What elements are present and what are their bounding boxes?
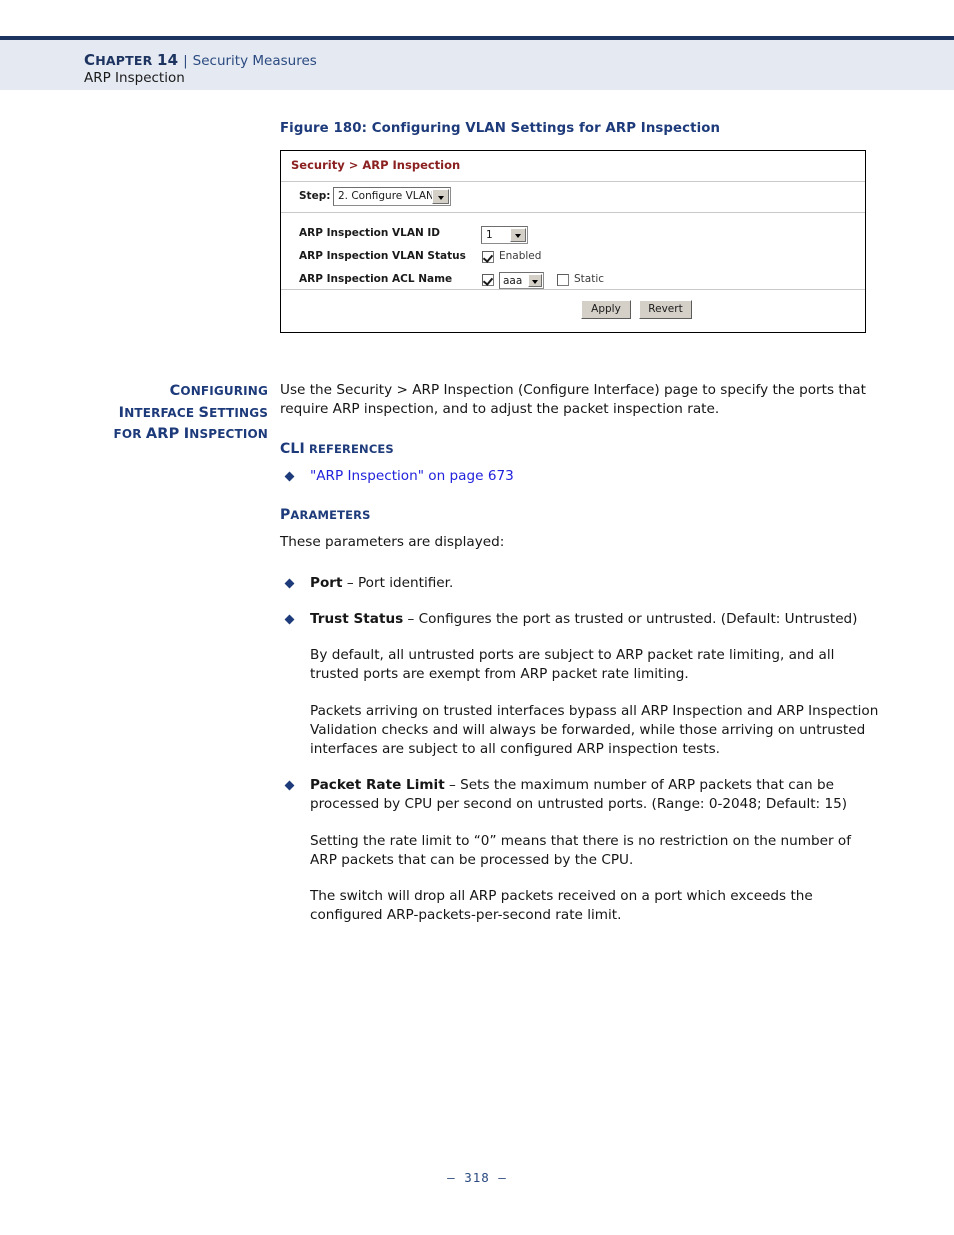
parameters-intro: These parameters are displayed: <box>280 533 505 550</box>
packet-rate-limit-note-2: The switch will drop all ARP packets rec… <box>310 888 813 924</box>
chapter-label: CHAPTER 14 <box>84 51 179 69</box>
acl-name-label: ARP Inspection ACL Name <box>299 273 453 285</box>
margin-heading-rest: NSPECTION <box>189 427 268 441</box>
chapter-word-rest: HAPTER <box>95 53 153 68</box>
header-separator: | <box>183 54 188 69</box>
acl-name-select[interactable]: aaa <box>499 272 544 289</box>
chevron-down-icon[interactable] <box>510 228 526 242</box>
margin-section-heading: CONFIGURING INTERFACE SETTINGS FOR ARP I… <box>60 381 268 446</box>
parameters-heading-rest: ARAMETERS <box>290 507 371 522</box>
parameter-bullet-trust-status: Trust Status – Configures the port as tr… <box>280 610 880 629</box>
parameter-dash: – <box>444 777 461 794</box>
cli-heading-rest: REFERENCES <box>309 442 394 457</box>
diamond-bullet-icon <box>284 614 295 625</box>
acl-name-select-value: aaa <box>503 275 523 287</box>
page-header-band: CHAPTER 14 | Security Measures ARP Inspect… <box>0 36 954 90</box>
diamond-bullet-icon <box>284 578 295 589</box>
step-select-value: 2. Configure VLAN <box>338 190 434 202</box>
parameter-description: Configures the port as trusted or untrus… <box>418 611 858 628</box>
chapter-word-cap: C <box>84 51 96 69</box>
acl-name-enable-checkbox[interactable] <box>482 274 494 286</box>
header-chapter-line: CHAPTER 14 | Security Measures <box>84 50 317 69</box>
packet-rate-limit-note-1: Setting the rate limit to “0” means that… <box>310 832 852 868</box>
chevron-down-icon[interactable] <box>432 189 449 204</box>
parameter-dash: – <box>342 574 358 591</box>
diamond-bullet-icon <box>284 780 295 791</box>
panel-titlebar: Security > ARP Inspection <box>281 151 865 182</box>
cli-reference-item: "ARP Inspection" on page 673 <box>280 467 880 486</box>
parameters-heading-cap: P <box>280 506 291 523</box>
margin-heading-rest: NTERFACE <box>124 405 195 420</box>
parameter-bullet-packet-rate-limit: Packet Rate Limit – Sets the maximum num… <box>280 776 880 814</box>
revert-button[interactable]: Revert <box>639 300 692 319</box>
screenshot-panel: Security > ARP Inspection Step: 2. Confi… <box>280 150 866 333</box>
margin-heading-line-2: INTERFACE SETTINGS <box>60 403 268 425</box>
vlan-id-select[interactable]: 1 <box>481 226 528 244</box>
trust-status-note-1: By default, all untrusted ports are subj… <box>310 647 835 683</box>
panel-breadcrumb-title: Security > ARP Inspection <box>291 158 461 172</box>
margin-heading-line-1: CONFIGURING <box>60 381 268 403</box>
panel-step-row: Step: 2. Configure VLAN <box>281 181 865 213</box>
main-content-column: Use the Security > ARP Inspection (Confi… <box>280 381 880 925</box>
parameter-bullet-port: Port – Port identifier. <box>280 574 880 593</box>
cli-references-heading: CLI REFERENCES <box>280 441 880 457</box>
figure-caption: Figure 180: Configuring VLAN Settings fo… <box>280 121 721 136</box>
cli-heading-cap: CLI <box>280 441 305 458</box>
margin-heading-cap: S <box>198 404 210 421</box>
margin-heading-for: FOR <box>113 427 142 441</box>
header-subsection-title: ARP Inspection <box>84 70 185 86</box>
diamond-bullet-icon <box>284 471 295 482</box>
static-checkbox[interactable] <box>557 274 569 286</box>
margin-heading-rest: ONFIGURING <box>180 384 268 398</box>
vlan-id-label: ARP Inspection VLAN ID <box>299 227 441 239</box>
parameter-term: Trust Status <box>310 611 404 628</box>
step-select[interactable]: 2. Configure VLAN <box>333 187 451 206</box>
static-checkbox-label: Static <box>574 273 605 285</box>
parameters-heading: PARAMETERS <box>280 507 880 523</box>
panel-footer: Apply Revert <box>281 289 865 332</box>
margin-heading-arp: ARP <box>145 426 180 442</box>
chapter-number: 14 <box>156 51 179 69</box>
parameter-dash: – <box>403 611 419 628</box>
header-section-title: Security Measures <box>192 53 317 69</box>
margin-heading-cap: C <box>169 383 181 399</box>
parameter-description: Port identifier. <box>357 574 454 591</box>
parameter-term: Port <box>310 574 343 591</box>
vlan-status-checkbox[interactable] <box>482 251 494 263</box>
cli-reference-link[interactable]: "ARP Inspection" on page 673 <box>310 468 514 484</box>
vlan-status-label: ARP Inspection VLAN Status <box>299 250 466 262</box>
margin-heading-line-3: FOR ARP INSPECTION <box>60 424 268 446</box>
page-number-footer: – 318 – <box>447 1170 507 1185</box>
vlan-id-select-value: 1 <box>486 229 493 241</box>
intro-paragraph: Use the Security > ARP Inspection (Confi… <box>280 382 866 418</box>
trust-status-note-2: Packets arriving on trusted interfaces b… <box>310 702 879 758</box>
chevron-down-icon[interactable] <box>528 274 542 287</box>
step-label: Step: <box>299 190 331 202</box>
vlan-status-checkbox-label: Enabled <box>499 250 542 262</box>
margin-heading-rest: ETTINGS <box>209 405 268 420</box>
parameter-term: Packet Rate Limit <box>310 777 445 794</box>
apply-button[interactable]: Apply <box>581 300 631 319</box>
